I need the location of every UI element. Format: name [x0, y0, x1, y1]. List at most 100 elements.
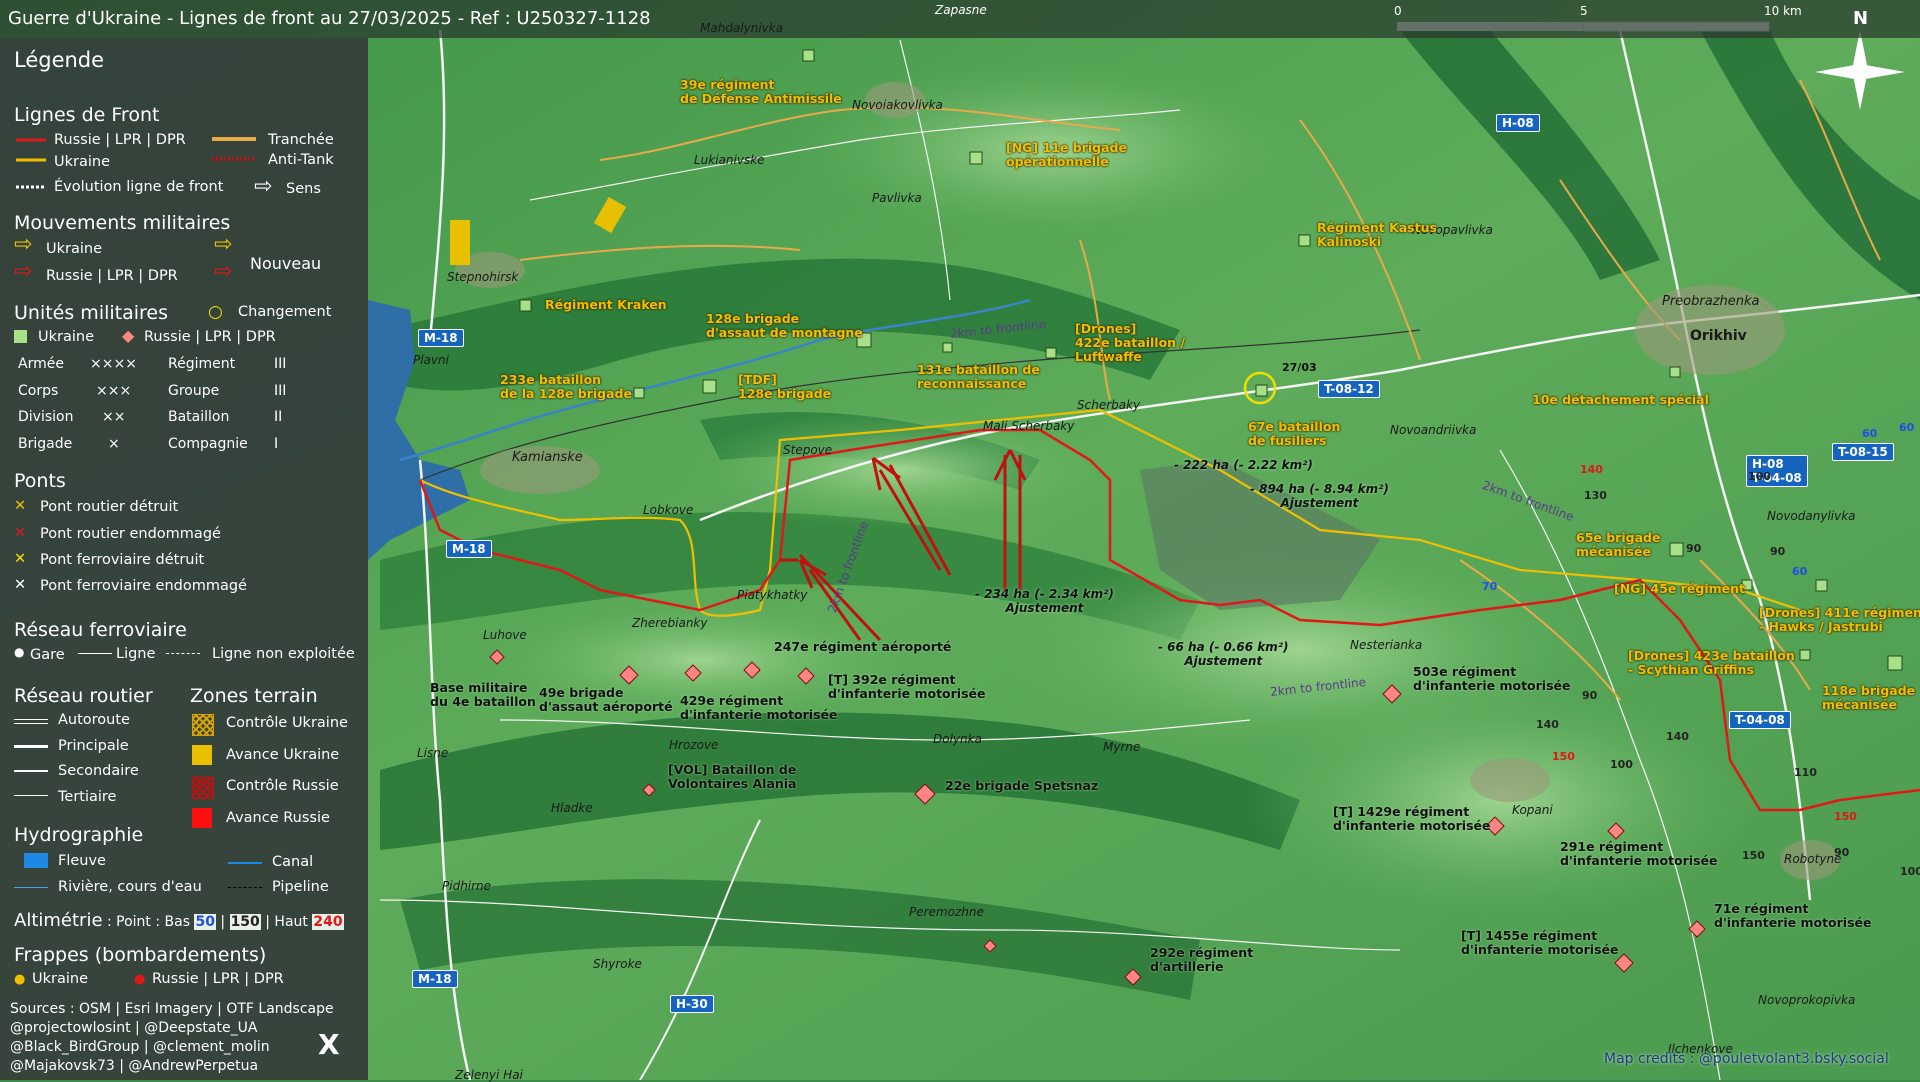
ukraine-unit-label[interactable]: 39e régiment de Défense Antimissile	[680, 78, 842, 106]
russia-unit-label[interactable]: 429e régiment d'infanterie motorisée	[680, 694, 837, 722]
place-label: Pavlivka	[872, 191, 922, 205]
x-logo-icon[interactable]: X	[318, 1028, 340, 1061]
ukraine-unit-label[interactable]: [TDF] 128e brigade	[738, 373, 831, 401]
altitude-point: 90	[1582, 689, 1598, 702]
arrow-right-icon: ⇨	[254, 174, 273, 199]
place-label: Lobkove	[643, 503, 694, 517]
place-label: Stepove	[783, 443, 833, 457]
road-badge: H-08	[1496, 114, 1540, 132]
altimetry-low: 50	[194, 914, 216, 930]
unit-row-label: Bataillon	[168, 409, 230, 425]
russia-unit-label[interactable]: [T] 1429e régiment d'infanterie motorisé…	[1333, 805, 1490, 833]
road-badge: T-08-15	[1832, 443, 1894, 461]
place-label: Novoiakovlivka	[852, 98, 943, 112]
strike-ukraine-icon: ●	[14, 972, 26, 987]
pipeline-swatch	[228, 887, 262, 888]
units-ukraine: Ukraine	[38, 329, 94, 345]
ukraine-unit-label[interactable]: 118e brigade mécanisée	[1822, 684, 1915, 712]
altitude-point: 110	[1794, 766, 1817, 779]
ukraine-unit-label[interactable]: [Drones] 411e régiment - Hawks / Jastrub…	[1759, 606, 1920, 634]
ukraine-unit-label[interactable]: Régiment Kraken	[545, 298, 667, 312]
place-label: Preobrazhenka	[1662, 294, 1760, 309]
source-line: @projectowlosint | @Deepstate_UA	[10, 1020, 258, 1036]
altitude-point: 60	[1899, 421, 1915, 434]
altitude-point: 140	[1666, 730, 1689, 743]
place-label: Novoandriivka	[1390, 423, 1477, 437]
units-russia: Russie | LPR | DPR	[144, 329, 276, 345]
altimetry-sep2: | Haut	[260, 914, 313, 930]
area-change-label: - 234 ha (- 2.34 km²) Ajustement	[975, 587, 1114, 615]
ukraine-unit-label[interactable]: 131e bataillon de reconnaissance	[917, 363, 1040, 391]
russia-diamond-icon: ◆	[122, 326, 135, 345]
place-label: Lisne	[417, 746, 449, 760]
hydro-pipeline: Pipeline	[272, 879, 329, 895]
altitude-point: 90	[1770, 545, 1786, 558]
unit-row-symbol: II	[274, 409, 283, 425]
russia-unit-label[interactable]: 71e régiment d'infanterie motorisée	[1714, 902, 1871, 930]
ukraine-unit-label[interactable]: [Drones] 422e bataillon / Luftwaffe	[1075, 322, 1185, 364]
place-label: Hrozove	[669, 738, 719, 752]
altitude-point: 140	[1580, 463, 1603, 476]
road-secondary-swatch	[14, 770, 48, 772]
road-badge: T-04-08	[1729, 711, 1791, 729]
unit-row-symbol: ×××	[96, 383, 132, 399]
zone-ru-advance: Avance Russie	[226, 810, 330, 826]
new-russia-arrow-icon: ⇨	[214, 259, 233, 284]
place-label: Orikhiv	[1690, 328, 1747, 344]
road-highway: Autoroute	[58, 712, 130, 728]
russia-unit-label[interactable]: [VOL] Bataillon de Volontaires Alania	[668, 763, 797, 791]
altimetry-heading: Altimétrie	[14, 910, 103, 931]
ukraine-unit-label[interactable]: 233e bataillon de la 128e brigade	[500, 373, 632, 401]
source-line: Sources : OSM | Esri Imagery | OTF Lands…	[10, 1001, 334, 1017]
front-russia: Russie | LPR | DPR	[54, 132, 186, 148]
ukraine-unit-label[interactable]: 67e bataillon de fusiliers	[1248, 420, 1340, 448]
bridge-road-destroyed-icon: ✕	[14, 498, 27, 514]
front-antitank: Anti-Tank	[268, 152, 334, 168]
altimetry-line: Altimétrie : Point : Bas 50 | 150 | Haut…	[14, 910, 344, 931]
ukraine-unit-label[interactable]: [NG] 45e régiment	[1614, 582, 1745, 596]
front-ukraine: Ukraine	[54, 154, 110, 170]
place-label: Dolynka	[933, 732, 982, 746]
russia-unit-label[interactable]: 291e régiment d'infanterie motorisée	[1560, 840, 1717, 868]
ukraine-arrow-icon: ⇨	[14, 232, 33, 257]
new-ukraine-arrow-icon: ⇨	[214, 232, 233, 257]
place-label: Mali Scherbaky	[983, 419, 1075, 433]
russia-unit-label[interactable]: Base militaire du 4e bataillon	[430, 681, 536, 709]
russia-unit-label[interactable]: 22e brigade Spetsnaz	[945, 779, 1098, 793]
road-main: Principale	[58, 738, 129, 754]
rail-line-swatch	[78, 653, 112, 654]
ukraine-advance-patch	[450, 220, 470, 265]
unit-row-symbol: ××××	[90, 356, 137, 372]
unit-row-label: Division	[18, 409, 74, 425]
russia-unit-label[interactable]: 292e régiment d'artillerie	[1150, 946, 1253, 974]
road-badge: M-18	[418, 329, 464, 347]
moves-new: Nouveau	[250, 254, 322, 273]
place-label: Lukianivske	[694, 153, 765, 167]
ukraine-unit-label[interactable]: 65e brigade mécanisée	[1576, 531, 1660, 559]
ukraine-unit-label[interactable]: Régiment Kastus Kalinoski	[1317, 221, 1437, 249]
rail-station: Gare	[30, 647, 65, 663]
russia-unit-label[interactable]: 503e régiment d'infanterie motorisée	[1413, 665, 1570, 693]
ukraine-unit-label[interactable]: [Drones] 423e bataillon - Scythian Griff…	[1628, 649, 1795, 677]
bridge-road-damaged-icon: ✕	[14, 525, 27, 541]
stream-swatch	[14, 887, 48, 888]
river-swatch	[24, 853, 48, 868]
unit-row-label: Régiment	[168, 356, 236, 372]
scale-label-5: 5	[1580, 4, 1588, 18]
russia-unit-label[interactable]: [T] 392e régiment d'infanterie motorisée	[828, 673, 985, 701]
place-label: Novodanylivka	[1767, 509, 1856, 523]
evolution-swatch	[16, 185, 46, 189]
russia-unit-label[interactable]: 49e brigade d'assaut aéroporté	[539, 686, 673, 714]
zone-ua-advance-swatch	[192, 745, 212, 765]
roads-heading: Réseau routier	[14, 685, 153, 707]
ukraine-unit-label[interactable]: 10e détachement spécial	[1532, 393, 1709, 407]
ukraine-unit-label[interactable]: 128e brigade d'assaut de montagne	[706, 312, 863, 340]
strikes-heading: Frappes (bombardements)	[14, 944, 267, 966]
bridge-rail-damaged: Pont ferroviaire endommagé	[40, 578, 247, 594]
ukraine-unit-label[interactable]: [NG] 11e brigade opérationnelle	[1006, 141, 1127, 169]
road-badge: H-30	[670, 995, 714, 1013]
moves-heading: Mouvements militaires	[14, 212, 231, 234]
russia-unit-label[interactable]: 247e régiment aéroporté	[774, 640, 951, 654]
russia-unit-label[interactable]: [T] 1455e régiment d'infanterie motorisé…	[1461, 929, 1618, 957]
source-line: @Majakovsk73 | @AndrewPerpetua	[10, 1058, 259, 1074]
